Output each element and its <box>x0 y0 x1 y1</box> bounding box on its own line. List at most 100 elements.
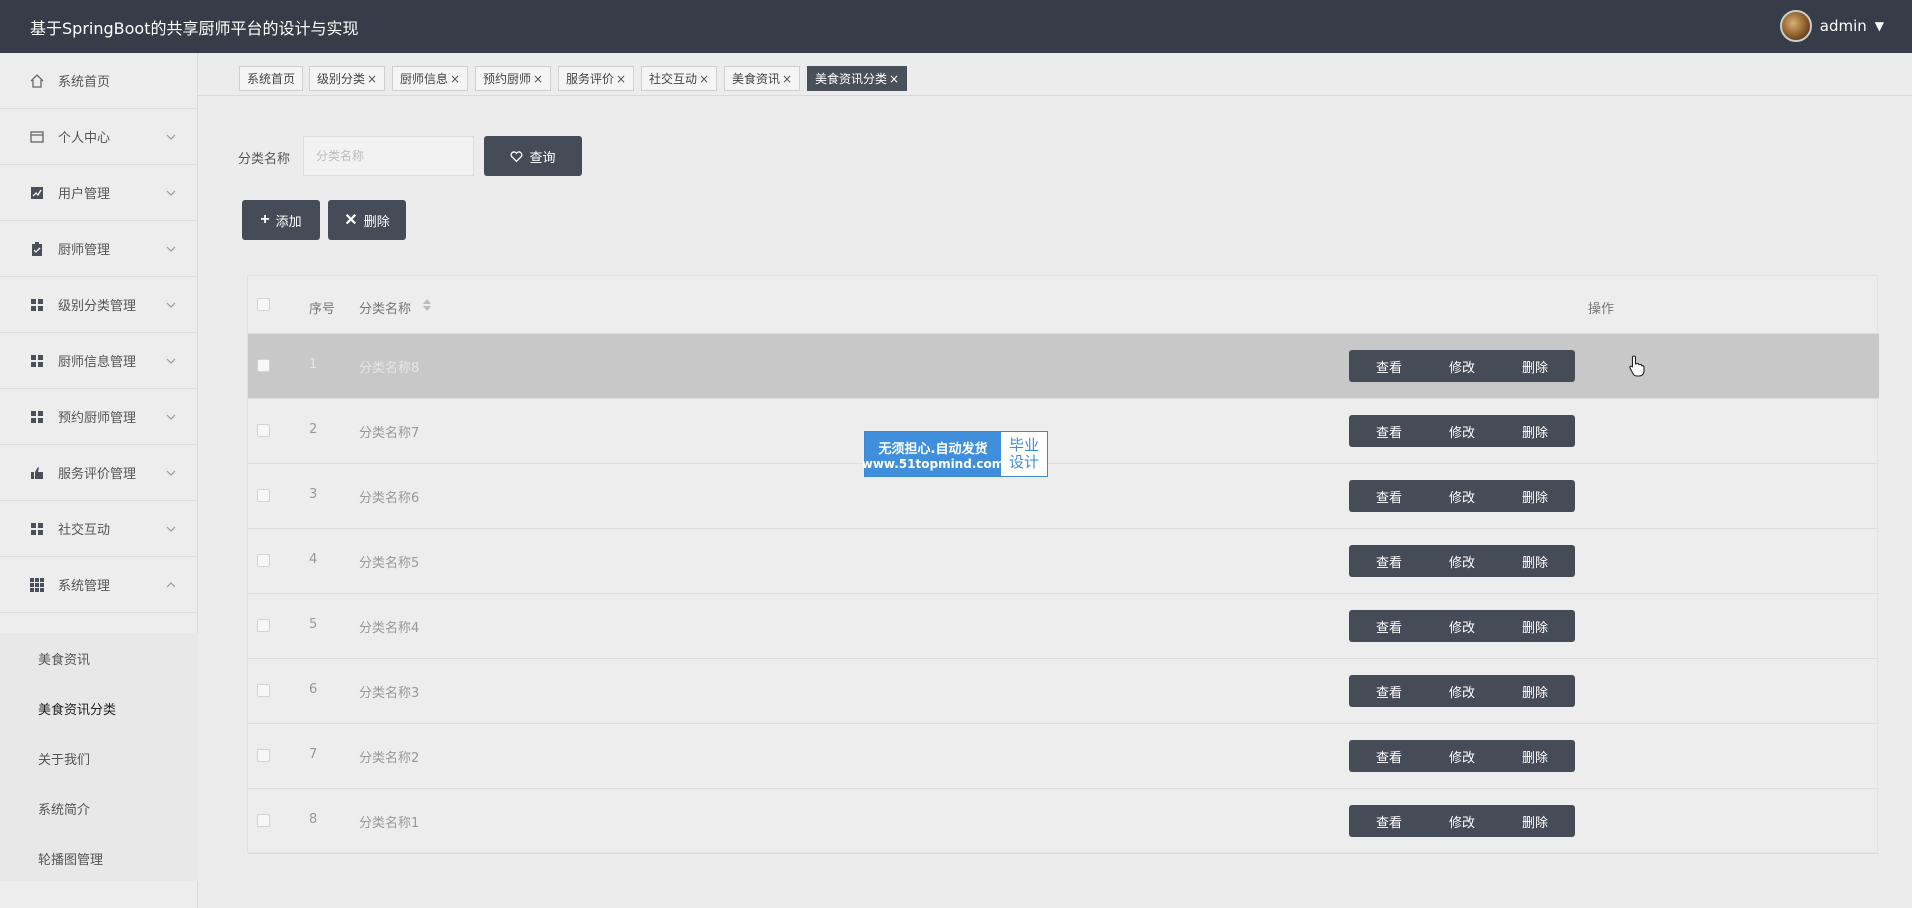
close-icon[interactable]: × <box>367 72 377 86</box>
sort-icon[interactable] <box>422 298 432 312</box>
query-button[interactable]: 查询 <box>484 136 582 176</box>
tab-service-review[interactable]: 服务评价 × <box>558 66 635 91</box>
delete-button[interactable]: 删除 <box>1495 350 1575 382</box>
table-row[interactable]: 8 分类名称1 查看 修改 删除 <box>248 789 1879 854</box>
table-row[interactable]: 3 分类名称6 查看 修改 删除 <box>248 464 1879 529</box>
sidebar-item-social-interaction[interactable]: 社交互动 <box>0 501 198 557</box>
sidebar-item-level-category-management[interactable]: 级别分类管理 <box>0 277 198 333</box>
row-category-name: 分类名称3 <box>359 686 420 701</box>
table-row[interactable]: 7 分类名称2 查看 修改 删除 <box>248 724 1879 789</box>
sidebar-item-chef-management[interactable]: 厨师管理 <box>0 221 198 277</box>
delete-button[interactable]: 删除 <box>1495 675 1575 707</box>
row-checkbox[interactable] <box>257 554 270 567</box>
tab-level-category[interactable]: 级别分类 × <box>309 66 386 91</box>
add-button-label: 添加 <box>275 213 302 229</box>
delete-button[interactable]: 删除 <box>1495 740 1575 772</box>
edit-button[interactable]: 修改 <box>1422 415 1502 447</box>
sidebar-item-service-review-management[interactable]: 服务评价管理 <box>0 445 198 501</box>
submenu-item-about-us[interactable]: 关于我们 <box>0 738 198 778</box>
tab-chef-info[interactable]: 厨师信息 × <box>392 66 469 91</box>
close-icon[interactable]: × <box>782 72 792 86</box>
grid-icon <box>29 521 45 537</box>
home-icon <box>29 73 45 89</box>
add-button[interactable]: + 添加 <box>242 200 320 240</box>
view-button[interactable]: 查看 <box>1349 480 1429 512</box>
tab-label: 服务评价 <box>566 72 615 86</box>
edit-button[interactable]: 修改 <box>1422 545 1502 577</box>
sidebar-item-chef-info-management[interactable]: 厨师信息管理 <box>0 333 198 389</box>
row-checkbox[interactable] <box>257 359 270 372</box>
tab-food-news[interactable]: 美食资讯 × <box>724 66 801 91</box>
sidebar-item-user-management[interactable]: 用户管理 <box>0 165 198 221</box>
table-row[interactable]: 5 分类名称4 查看 修改 删除 <box>248 594 1879 659</box>
caret-down-icon[interactable]: ▼ <box>1875 19 1884 33</box>
user-menu[interactable]: admin ▼ <box>1779 9 1884 43</box>
tab-label: 系统首页 <box>247 72 296 86</box>
sidebar-item-home[interactable]: 系统首页 <box>0 53 198 109</box>
table-row[interactable]: 2 分类名称7 查看 修改 删除 <box>248 399 1879 464</box>
edit-button[interactable]: 修改 <box>1422 675 1502 707</box>
table-row[interactable]: 4 分类名称5 查看 修改 删除 <box>248 529 1879 594</box>
search-input[interactable] <box>303 136 474 176</box>
view-button[interactable]: 查看 <box>1349 805 1429 837</box>
batch-delete-button[interactable]: ✕ 删除 <box>328 200 406 240</box>
thumb-icon <box>29 465 45 481</box>
delete-button[interactable]: 删除 <box>1495 610 1575 642</box>
tab-booking[interactable]: 预约厨师 × <box>475 66 552 91</box>
row-checkbox[interactable] <box>257 489 270 502</box>
close-icon[interactable]: × <box>616 72 626 86</box>
table-row[interactable]: 6 分类名称3 查看 修改 删除 <box>248 659 1879 724</box>
row-index: 6 <box>309 682 318 697</box>
row-checkbox[interactable] <box>257 749 270 762</box>
edit-button[interactable]: 修改 <box>1422 610 1502 642</box>
column-header-name[interactable]: 分类名称 <box>359 298 411 317</box>
view-button[interactable]: 查看 <box>1349 415 1429 447</box>
delete-button[interactable]: 删除 <box>1495 545 1575 577</box>
chevron-down-icon <box>164 241 178 255</box>
view-button[interactable]: 查看 <box>1349 350 1429 382</box>
chevron-down-icon <box>164 521 178 535</box>
view-button[interactable]: 查看 <box>1349 545 1429 577</box>
sidebar-item-label: 用户管理 <box>58 187 111 202</box>
row-checkbox[interactable] <box>257 424 270 437</box>
submenu-item-carousel-management[interactable]: 轮播图管理 <box>0 838 198 878</box>
search-label: 分类名称 <box>238 152 291 167</box>
row-checkbox[interactable] <box>257 814 270 827</box>
tab-social[interactable]: 社交互动 × <box>641 66 718 91</box>
close-icon[interactable]: × <box>889 72 899 86</box>
submenu-item-food-news[interactable]: 美食资讯 <box>0 638 198 678</box>
delete-button[interactable]: 删除 <box>1495 805 1575 837</box>
edit-button[interactable]: 修改 <box>1422 350 1502 382</box>
edit-button[interactable]: 修改 <box>1422 480 1502 512</box>
system-management-submenu: 美食资讯美食资讯分类 关于我们系统简介轮播图管理 <box>0 633 198 881</box>
watermark-badge: 无须担心.自动发货 www.51topmind.com 毕业 设计 <box>862 431 1048 477</box>
view-button[interactable]: 查看 <box>1349 740 1429 772</box>
close-icon[interactable]: × <box>450 72 460 86</box>
clipboard-icon <box>29 241 45 257</box>
username[interactable]: admin <box>1820 17 1867 35</box>
select-all-checkbox[interactable] <box>257 298 270 311</box>
edit-button[interactable]: 修改 <box>1422 740 1502 772</box>
row-checkbox[interactable] <box>257 619 270 632</box>
view-button[interactable]: 查看 <box>1349 675 1429 707</box>
delete-button[interactable]: 删除 <box>1495 415 1575 447</box>
watermark-badge-text: 毕业 设计 <box>1001 432 1047 476</box>
delete-button[interactable]: 删除 <box>1495 480 1575 512</box>
submenu-item-food-news-category[interactable]: 美食资讯分类 <box>0 688 198 728</box>
chevron-down-icon <box>164 129 178 143</box>
row-checkbox[interactable] <box>257 684 270 697</box>
sidebar-item-booking-management[interactable]: 预约厨师管理 <box>0 389 198 445</box>
view-button[interactable]: 查看 <box>1349 610 1429 642</box>
submenu-item-system-intro[interactable]: 系统简介 <box>0 788 198 828</box>
tab-food-news-category[interactable]: 美食资讯分类 × <box>807 66 908 91</box>
tab-label: 级别分类 <box>317 72 366 86</box>
avatar[interactable] <box>1779 10 1812 42</box>
close-icon[interactable]: × <box>699 72 709 86</box>
sidebar-item-label: 厨师管理 <box>58 243 111 258</box>
close-icon[interactable]: × <box>533 72 543 86</box>
sidebar-item-personal-center[interactable]: 个人中心 <box>0 109 198 165</box>
sidebar-item-system-management[interactable]: 系统管理 <box>0 557 198 613</box>
tab-home[interactable]: 系统首页 <box>239 66 304 91</box>
plus-icon: + <box>260 211 270 228</box>
edit-button[interactable]: 修改 <box>1422 805 1502 837</box>
